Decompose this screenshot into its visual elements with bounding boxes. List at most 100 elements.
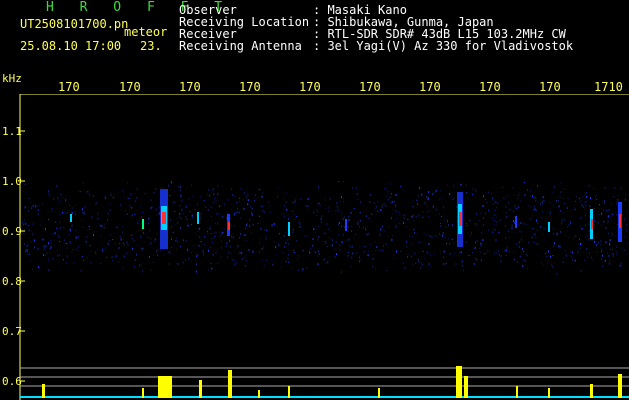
noise-speck	[347, 252, 349, 253]
noise-speck	[462, 265, 464, 267]
noise-speck	[385, 243, 387, 246]
noise-speck	[219, 231, 221, 233]
noise-speck	[318, 202, 320, 204]
noise-speck	[585, 196, 587, 198]
noise-speck	[41, 203, 43, 205]
noise-speck	[500, 260, 502, 263]
noise-speck	[512, 210, 514, 212]
noise-speck	[341, 241, 343, 244]
noise-speck	[146, 237, 148, 238]
noise-speck	[75, 205, 76, 206]
noise-speck	[132, 263, 134, 265]
noise-speck	[325, 208, 327, 210]
noise-speck	[285, 241, 287, 244]
noise-speck	[366, 233, 368, 236]
noise-speck	[441, 197, 443, 199]
noise-speck	[356, 215, 358, 217]
noise-speck	[134, 200, 136, 203]
noise-speck	[613, 196, 615, 198]
noise-speck	[409, 235, 411, 237]
noise-speck	[283, 215, 285, 218]
noise-speck	[355, 233, 357, 235]
noise-speck	[223, 203, 225, 206]
noise-speck	[67, 247, 69, 250]
noise-speck	[23, 242, 25, 245]
noise-speck	[210, 233, 212, 235]
noise-speck	[375, 205, 377, 208]
noise-speck	[95, 203, 96, 205]
noise-speck	[380, 209, 382, 211]
noise-speck	[532, 228, 534, 230]
time-tick: 170	[299, 80, 321, 94]
noise-speck	[202, 250, 204, 253]
noise-speck	[122, 190, 123, 193]
noise-speck	[292, 209, 294, 211]
noise-speck	[519, 230, 521, 233]
noise-speck	[245, 259, 247, 261]
noise-speck	[260, 205, 262, 207]
noise-speck	[272, 263, 274, 266]
noise-speck	[140, 205, 142, 207]
noise-speck	[539, 242, 541, 244]
noise-speck	[545, 252, 547, 254]
noise-speck	[57, 197, 59, 199]
noise-band	[22, 181, 628, 275]
noise-speck	[462, 260, 464, 262]
noise-speck	[608, 209, 610, 211]
noise-speck	[610, 216, 612, 219]
noise-speck	[252, 250, 254, 253]
noise-speck	[48, 259, 50, 261]
noise-speck	[601, 212, 603, 215]
noise-speck	[170, 181, 172, 184]
noise-speck	[424, 257, 426, 259]
noise-speck	[54, 232, 56, 235]
noise-speck	[412, 263, 414, 266]
noise-speck	[423, 203, 425, 205]
noise-speck	[608, 232, 610, 235]
noise-speck	[462, 269, 464, 271]
noise-speck	[339, 244, 341, 247]
noise-speck	[574, 209, 576, 211]
noise-speck	[246, 196, 248, 199]
noise-speck	[588, 184, 590, 187]
noise-speck	[388, 226, 390, 228]
noise-speck	[229, 245, 231, 248]
noise-speck	[89, 228, 91, 230]
noise-speck	[356, 193, 358, 195]
noise-speck	[511, 224, 513, 227]
noise-speck	[32, 233, 34, 236]
noise-speck	[310, 202, 312, 204]
noise-speck	[33, 239, 35, 242]
noise-speck	[493, 228, 495, 230]
noise-speck	[215, 212, 217, 215]
noise-speck	[170, 252, 172, 255]
noise-speck	[149, 229, 151, 232]
noise-speck	[451, 225, 453, 227]
noise-speck	[483, 223, 484, 226]
noise-speck	[52, 257, 54, 260]
noise-speck	[492, 203, 494, 206]
noise-speck	[243, 207, 245, 210]
noise-speck	[494, 214, 496, 217]
noise-speck	[173, 244, 175, 245]
noise-speck	[550, 255, 551, 258]
noise-speck	[486, 250, 488, 253]
noise-speck	[420, 266, 422, 269]
noise-speck	[415, 232, 417, 235]
noise-speck	[69, 241, 71, 244]
noise-speck	[317, 263, 319, 266]
noise-speck	[323, 258, 325, 261]
noise-speck	[131, 207, 132, 209]
noise-speck	[342, 218, 344, 220]
noise-speck	[403, 220, 404, 222]
noise-speck	[351, 230, 353, 232]
noise-speck	[596, 244, 598, 246]
noise-speck	[494, 209, 496, 211]
noise-speck	[196, 271, 198, 274]
noise-speck	[414, 231, 416, 234]
noise-speck	[578, 197, 580, 199]
noise-speck	[49, 248, 51, 251]
noise-speck	[324, 199, 326, 202]
noise-speck	[218, 205, 220, 207]
noise-speck	[439, 232, 440, 235]
